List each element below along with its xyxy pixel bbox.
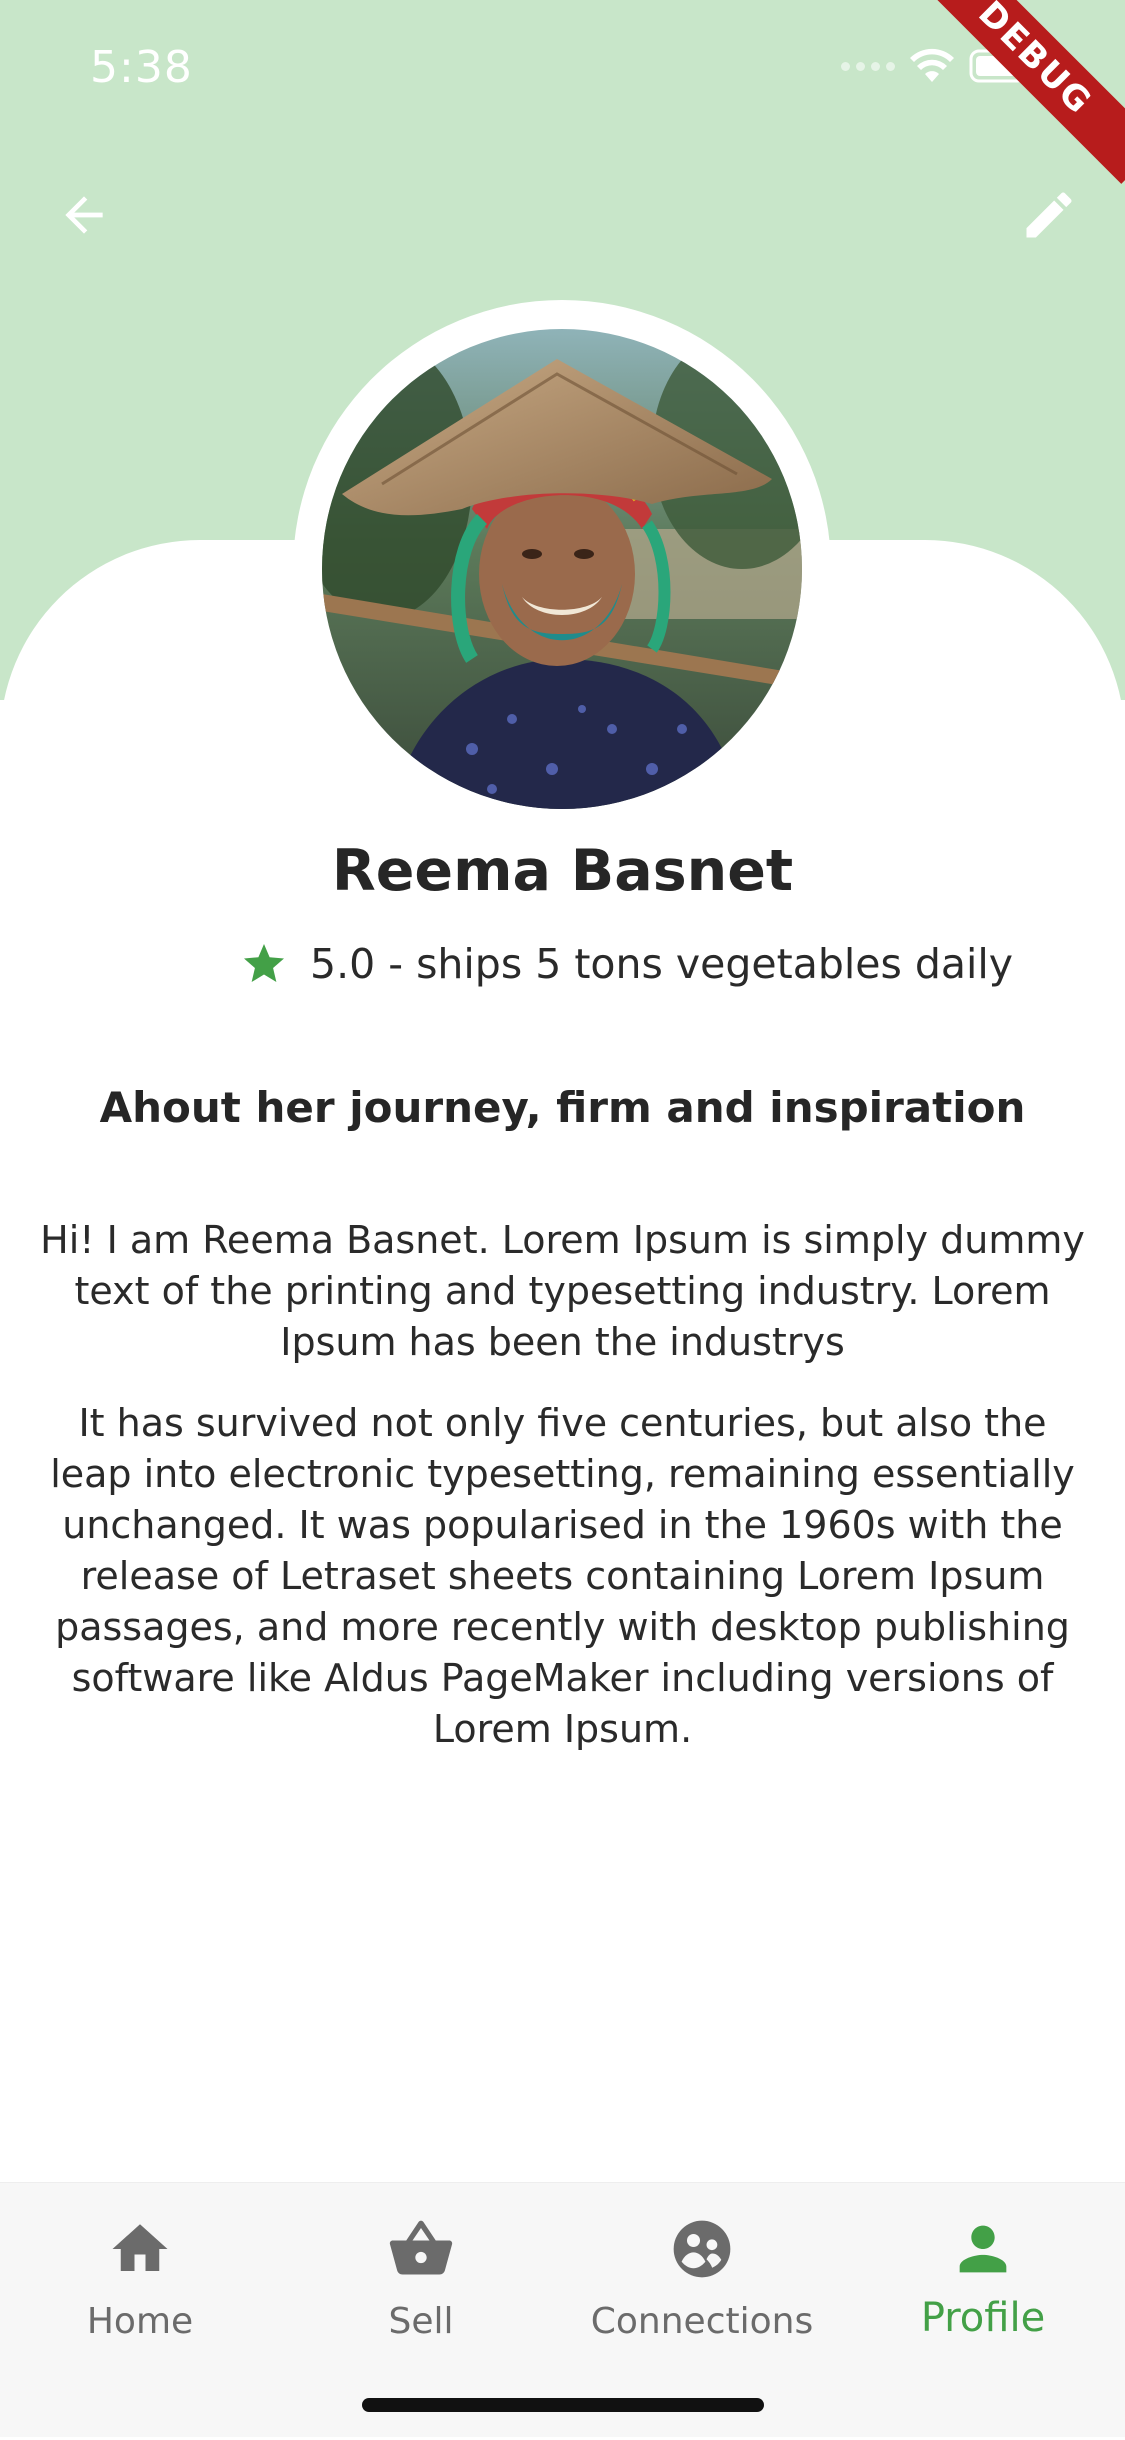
rating-row: 5.0 - ships 5 tons vegetables daily: [240, 940, 1013, 988]
about-paragraph: Hi! I am Reema Basnet. Lorem Ipsum is si…: [40, 1218, 1085, 1364]
nav-label: Connections: [590, 2301, 814, 2342]
cellular-signal-icon: [841, 61, 895, 71]
nav-label: Home: [86, 2301, 194, 2342]
arrow-left-icon: [65, 196, 103, 234]
nav-label: Sell: [388, 2301, 454, 2342]
avatar: [322, 329, 802, 809]
nav-item-connections[interactable]: Connections: [562, 2213, 842, 2363]
home-icon: [104, 2213, 176, 2285]
star-icon: [244, 944, 284, 982]
nav-item-home[interactable]: Home: [0, 2213, 280, 2363]
nav-label: Profile: [920, 2295, 1046, 2341]
nav-item-sell[interactable]: Sell: [281, 2213, 561, 2363]
back-button[interactable]: [44, 175, 124, 255]
wifi-icon: [910, 48, 954, 82]
edit-profile-button[interactable]: [1009, 175, 1089, 255]
about-paragraph: It has survived not only five centuries,…: [50, 1401, 1075, 1751]
connections-icon: [666, 2213, 738, 2285]
rating-text: 5.0 - ships 5 tons vegetables daily: [310, 940, 1014, 988]
person-icon: [947, 2213, 1019, 2285]
pencil-icon: [1026, 192, 1072, 238]
profile-name: Reema Basnet: [331, 838, 794, 904]
basket-icon: [385, 2213, 457, 2285]
nav-item-profile[interactable]: Profile: [843, 2213, 1123, 2363]
about-heading: Ahout her journey, firm and inspiration: [99, 1083, 1026, 1132]
status-time: 5:38: [90, 42, 193, 93]
home-indicator[interactable]: [362, 2398, 764, 2412]
